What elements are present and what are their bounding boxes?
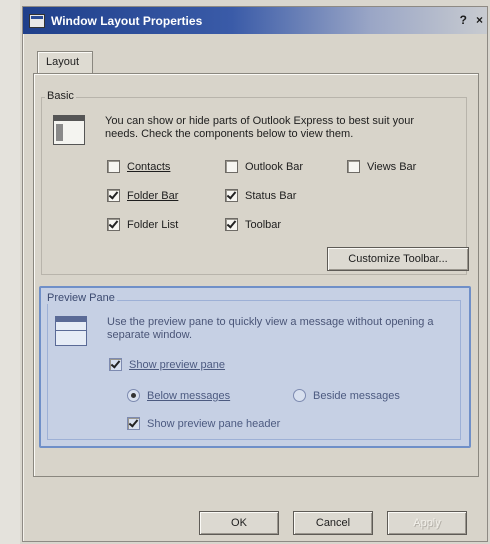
contacts-label: Contacts bbox=[127, 160, 171, 173]
toolbar-checkbox-box[interactable] bbox=[225, 218, 238, 231]
beside-messages-radio[interactable]: Beside messages bbox=[293, 389, 400, 402]
show-preview-pane-label: Show preview pane bbox=[129, 358, 226, 371]
views-bar-label: Views Bar bbox=[367, 160, 417, 173]
outlook-bar-checkbox-box[interactable] bbox=[225, 160, 238, 173]
preview-group-label: Preview Pane bbox=[45, 292, 117, 304]
cancel-button[interactable]: Cancel bbox=[293, 511, 373, 535]
show-preview-header-checkbox[interactable]: Show preview pane header bbox=[127, 417, 280, 430]
status-bar-checkbox[interactable]: Status Bar bbox=[225, 189, 296, 202]
contacts-checkbox-box[interactable] bbox=[107, 160, 120, 173]
folder-bar-checkbox[interactable]: Folder Bar bbox=[107, 189, 178, 202]
help-icon[interactable]: ? bbox=[460, 13, 467, 27]
title-bar: Window Layout Properties ? × bbox=[23, 7, 487, 34]
contacts-checkbox[interactable]: Contacts bbox=[107, 160, 170, 173]
below-messages-radio-dot[interactable] bbox=[127, 389, 140, 402]
preview-pane-icon bbox=[55, 316, 87, 346]
below-messages-label: Below messages bbox=[147, 389, 231, 402]
ok-button[interactable]: OK bbox=[199, 511, 279, 535]
basic-group-label: Basic bbox=[45, 90, 76, 102]
folder-list-checkbox-box[interactable] bbox=[107, 218, 120, 231]
beside-messages-label: Beside messages bbox=[313, 389, 400, 402]
apply-button[interactable]: Apply bbox=[387, 511, 467, 535]
toolbar-checkbox[interactable]: Toolbar bbox=[225, 218, 281, 231]
tab-layout-label: Layout bbox=[46, 56, 80, 68]
outlook-bar-checkbox[interactable]: Outlook Bar bbox=[225, 160, 303, 173]
background-strip bbox=[0, 0, 20, 544]
views-bar-checkbox-box[interactable] bbox=[347, 160, 360, 173]
window-title: Window Layout Properties bbox=[51, 14, 203, 28]
show-preview-pane-checkbox-box[interactable] bbox=[109, 358, 122, 371]
preview-pane-group: Preview Pane Use the preview pane to qui… bbox=[39, 286, 471, 448]
window-app-icon bbox=[29, 14, 45, 28]
toolbar-label: Toolbar bbox=[245, 218, 282, 231]
tab-layout[interactable]: Layout bbox=[37, 51, 93, 74]
beside-messages-radio-dot[interactable] bbox=[293, 389, 306, 402]
status-bar-label: Status Bar bbox=[245, 189, 297, 202]
close-icon[interactable]: × bbox=[476, 13, 483, 27]
folder-list-label: Folder List bbox=[127, 218, 179, 231]
folder-list-checkbox[interactable]: Folder List bbox=[107, 218, 178, 231]
show-preview-header-label: Show preview pane header bbox=[147, 417, 281, 430]
show-preview-pane-checkbox[interactable]: Show preview pane bbox=[109, 358, 225, 371]
dialog-window: Window Layout Properties ? × Layout Basi… bbox=[22, 6, 488, 542]
below-messages-radio[interactable]: Below messages bbox=[127, 389, 230, 402]
folder-bar-checkbox-box[interactable] bbox=[107, 189, 120, 202]
show-preview-header-checkbox-box[interactable] bbox=[127, 417, 140, 430]
customize-toolbar-button[interactable]: Customize Toolbar... bbox=[327, 247, 469, 271]
folder-bar-label: Folder Bar bbox=[127, 189, 179, 202]
outlook-bar-label: Outlook Bar bbox=[245, 160, 304, 173]
preview-description: Use the preview pane to quickly view a m… bbox=[107, 316, 434, 341]
status-bar-checkbox-box[interactable] bbox=[225, 189, 238, 202]
basic-description: You can show or hide parts of Outlook Ex… bbox=[105, 115, 414, 140]
layout-icon bbox=[53, 115, 85, 145]
views-bar-checkbox[interactable]: Views Bar bbox=[347, 160, 416, 173]
